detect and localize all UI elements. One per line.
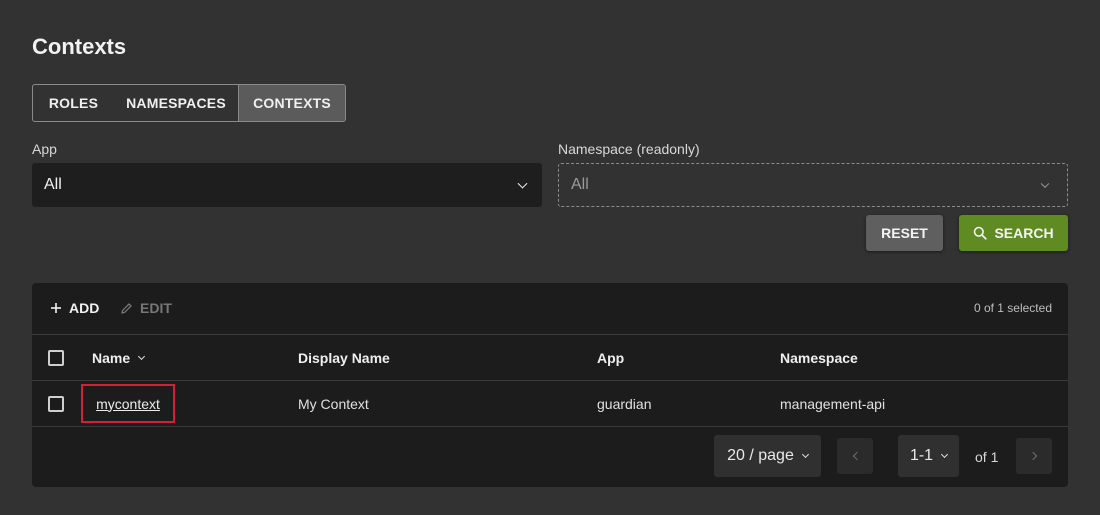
chevron-down-icon (1040, 179, 1050, 189)
column-header-name-label: Name (92, 349, 131, 366)
chevron-down-icon (517, 178, 528, 189)
edit-button-label: EDIT (140, 300, 172, 316)
tab-namespaces[interactable]: NAMESPACES (114, 85, 238, 121)
row-checkbox[interactable] (48, 396, 64, 412)
plus-icon (51, 303, 61, 313)
app-filter-label: App (32, 141, 57, 157)
cell-namespace: management-api (780, 395, 886, 412)
chevron-down-icon (801, 450, 809, 458)
table-header-row: Name Display Name App Namespace (32, 335, 1068, 381)
page-size-select[interactable]: 20 / page (714, 435, 821, 477)
namespace-select: All (558, 163, 1068, 207)
context-name-link[interactable]: mycontext (81, 384, 175, 423)
next-page-button[interactable] (1016, 438, 1052, 474)
search-button[interactable]: SEARCH (959, 215, 1068, 251)
page-range-select[interactable]: 1-1 (898, 435, 959, 477)
reset-button[interactable]: RESET (866, 215, 943, 251)
add-button-label: ADD (69, 300, 100, 316)
reset-button-label: RESET (881, 225, 928, 241)
chevron-down-icon (941, 450, 949, 458)
tab-contexts[interactable]: CONTEXTS (238, 85, 345, 121)
total-pages-text: of 1 (975, 449, 999, 465)
chevron-right-icon (1028, 451, 1037, 461)
app-select-value: All (44, 176, 62, 193)
chevron-left-icon (852, 451, 861, 461)
column-header-display-name: Display Name (298, 349, 390, 366)
page-title: Contexts (32, 34, 127, 59)
namespace-select-value: All (571, 176, 589, 193)
tab-roles[interactable]: ROLES (33, 85, 114, 121)
select-all-checkbox[interactable] (48, 350, 64, 366)
previous-page-button[interactable] (837, 438, 873, 474)
namespace-filter-label: Namespace (readonly) (558, 141, 700, 157)
column-header-name[interactable]: Name (92, 335, 146, 380)
selection-count: 0 of 1 selected (973, 301, 1052, 315)
add-button[interactable]: ADD (50, 300, 99, 316)
cell-display-name: My Context (298, 395, 369, 412)
page-size-value: 20 / page (727, 447, 794, 464)
pencil-icon (121, 302, 132, 314)
page-range-value: 1-1 (909, 447, 934, 464)
contexts-table-panel: ADD EDIT 0 of 1 selected Name Display Na… (32, 283, 1068, 487)
edit-button[interactable]: EDIT (120, 300, 172, 316)
column-header-namespace: Namespace (780, 349, 858, 366)
view-tabs: ROLES NAMESPACES CONTEXTS (32, 84, 346, 122)
column-header-app: App (597, 349, 625, 366)
cell-app: guardian (597, 395, 652, 412)
table-toolbar: ADD EDIT 0 of 1 selected (32, 283, 1068, 335)
sort-chevron-icon (138, 352, 146, 360)
search-button-label: SEARCH (994, 225, 1054, 241)
app-select[interactable]: All (32, 163, 542, 207)
search-icon (974, 226, 988, 240)
table-row: mycontext My Context guardian management… (32, 381, 1068, 427)
